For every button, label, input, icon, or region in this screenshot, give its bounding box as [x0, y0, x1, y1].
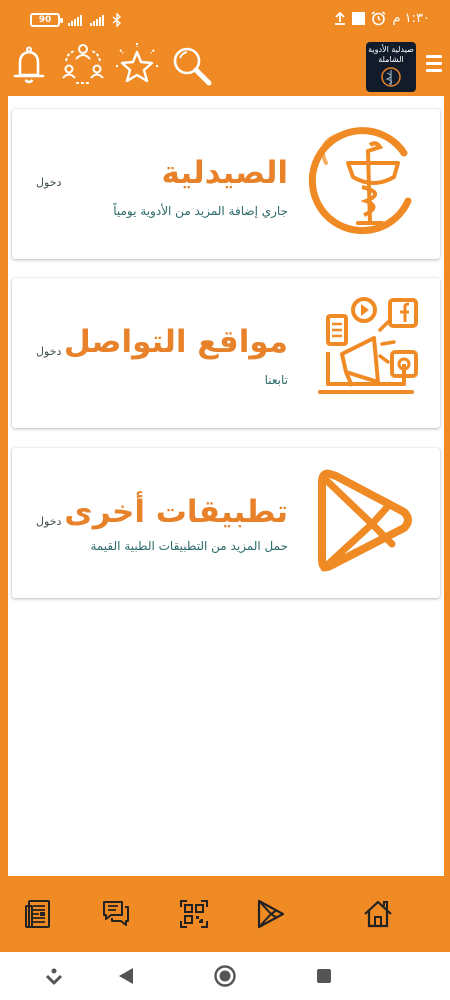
app-logo[interactable]: صيدلية الأدوية الشاملة — [366, 42, 416, 92]
signal-icon-2 — [90, 14, 104, 26]
card-subtitle: حمل المزيد من التطبيقات الطبية القيمة — [90, 539, 288, 553]
back-icon[interactable] — [114, 964, 138, 988]
bottom-nav — [0, 876, 450, 952]
recents-icon[interactable] — [312, 964, 336, 988]
bell-icon[interactable] — [6, 42, 52, 88]
signal-icon — [68, 14, 82, 26]
pharmacy-card[interactable]: الصيدلية جاري إضافة المزيد من الأدوية يو… — [12, 109, 440, 259]
bluetooth-icon — [112, 13, 122, 27]
enter-button[interactable]: دخول — [36, 515, 61, 528]
enter-button[interactable]: دخول — [36, 176, 61, 189]
newspaper-icon[interactable] — [22, 898, 54, 930]
qr-code-icon[interactable] — [178, 898, 210, 930]
users-exchange-icon[interactable] — [60, 42, 106, 88]
chat-icon[interactable] — [100, 898, 132, 930]
alarm-icon — [371, 11, 386, 26]
card-title: مواقع التواصل — [63, 324, 288, 360]
star-icon[interactable] — [114, 42, 160, 88]
caduceus-icon — [308, 127, 412, 235]
card-subtitle: جاري إضافة المزيد من الأدوية يومياً — [113, 204, 288, 218]
play-store-icon — [318, 469, 412, 572]
accessibility-down-icon[interactable] — [42, 964, 66, 988]
social-card[interactable]: مواقع التواصل تابعنا دخول — [12, 278, 440, 428]
card-subtitle: تابعنا — [264, 373, 288, 387]
main-content: الصيدلية جاري إضافة المزيد من الأدوية يو… — [8, 96, 444, 876]
caduceus-logo-icon — [381, 67, 401, 87]
status-right: ١:٣٠ م — [334, 11, 430, 26]
home-icon[interactable] — [362, 898, 394, 930]
status-left: 90 — [30, 13, 122, 27]
other-apps-card[interactable]: تطبيقات أخرى حمل المزيد من التطبيقات الط… — [12, 448, 440, 598]
status-time: ١:٣٠ م — [392, 11, 430, 26]
status-bar: 90 ١:٣٠ م — [0, 0, 450, 38]
social-media-icon — [318, 297, 418, 394]
card-title: تطبيقات أخرى — [64, 494, 288, 530]
battery-icon: 90 — [30, 13, 63, 27]
upload-icon — [335, 12, 346, 25]
play-icon[interactable] — [254, 898, 286, 930]
app-logo-text: صيدلية الأدوية الشاملة — [368, 45, 414, 64]
search-icon[interactable] — [168, 42, 214, 88]
home-circle-icon[interactable] — [213, 964, 237, 988]
card-title: الصيدلية — [161, 155, 288, 191]
app-header: صيدلية الأدوية الشاملة — [0, 38, 450, 96]
menu-icon[interactable] — [426, 55, 442, 75]
system-nav-bar — [0, 952, 450, 1000]
notification-square-icon — [352, 12, 366, 25]
enter-button[interactable]: دخول — [36, 345, 61, 358]
